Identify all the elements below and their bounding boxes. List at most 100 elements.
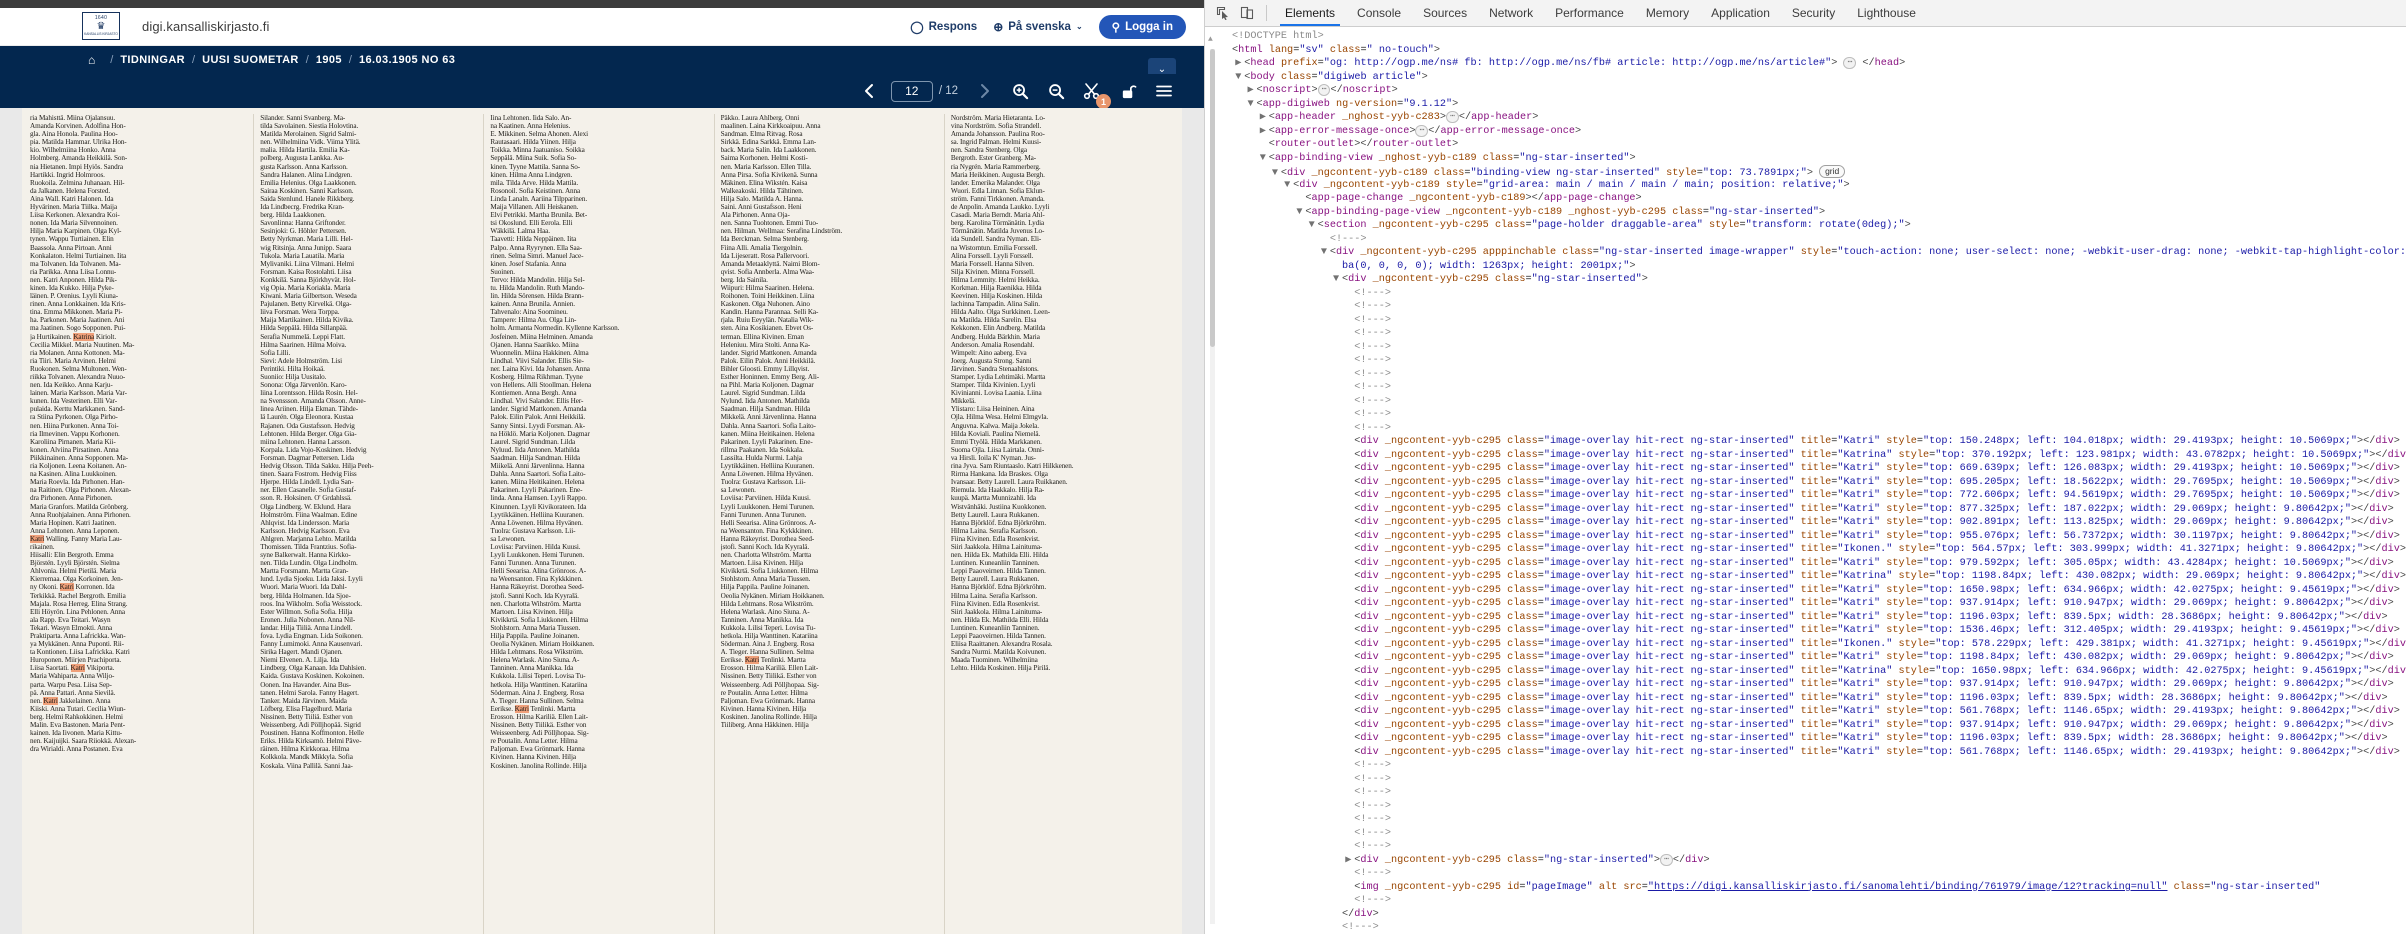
dom-tree-line[interactable]: <!---> [1219,786,2406,800]
dom-tree-line[interactable]: ▼ <div _ngcontent-yyb-c295 class="ng-star… [1219,273,2406,287]
zoom-out-button[interactable] [1041,78,1071,104]
dom-tree-line[interactable]: ▶ <noscript> ⋯ </noscript> [1219,84,2406,98]
tree-toggle-icon[interactable] [1345,881,1354,895]
dom-tree-line[interactable]: <!---> [1219,395,2406,409]
scroll-up-icon[interactable]: ▲ [1208,35,1213,44]
tree-toggle-icon[interactable] [1345,489,1354,503]
tree-toggle-icon[interactable] [1345,516,1354,530]
tree-toggle-icon[interactable] [1345,287,1354,301]
dom-tree-line[interactable]: <!---> [1219,894,2406,908]
dom-tree-line[interactable]: <div _ngcontent-yyb-c295 class="image-ov… [1219,719,2406,733]
dom-tree-line[interactable]: <!---> [1219,233,2406,247]
breadcrumb-item-year[interactable]: 1905 [316,54,342,66]
dom-tree-line[interactable]: ▶ <app-header _nghost-yyb-c283> ⋯ </app-hea… [1219,111,2406,125]
dom-tree-line[interactable]: <!---> [1219,827,2406,841]
inspect-element-icon[interactable] [1211,2,1235,24]
tree-toggle-icon[interactable] [1345,813,1354,827]
breadcrumb-item-tidningar[interactable]: TIDNINGAR [120,54,185,66]
tree-toggle-icon[interactable]: ▼ [1333,273,1342,287]
dom-tree-line[interactable]: <div _ngcontent-yyb-c295 class="image-ov… [1219,462,2406,476]
dom-tree-line[interactable]: <div _ngcontent-yyb-c295 class="image-ov… [1219,665,2406,679]
dom-tree-line[interactable]: ▼ <app-binding-view _nghost-yyb-c189 clas… [1219,152,2406,166]
tree-toggle-icon[interactable] [1345,759,1354,773]
tab-elements[interactable]: Elements [1274,1,1346,26]
tree-toggle-icon[interactable] [1333,908,1342,922]
tree-toggle-icon[interactable] [1345,611,1354,625]
dom-tree-line[interactable]: <div _ngcontent-yyb-c295 class="image-ov… [1219,449,2406,463]
dom-tree-line[interactable]: <!---> [1219,773,2406,787]
dom-tree-line[interactable]: ▼ <section _ngcontent-yyb-c295 class="pag… [1219,219,2406,233]
dom-tree-line[interactable]: ▼ <div _ngcontent-yyb-c189 style="grid-ar… [1219,179,2406,193]
tree-toggle-icon[interactable] [1345,435,1354,449]
dom-tree-line[interactable]: ▼ <div _ngcontent-yyb-c295 apppinchable c… [1219,246,2406,260]
feedback-link[interactable]: ◯ Respons [910,20,977,34]
tree-toggle-icon[interactable] [1345,840,1354,854]
tree-toggle-icon[interactable] [1223,44,1232,58]
dom-tree-line[interactable]: <!---> [1219,921,2406,934]
tree-toggle-icon[interactable] [1345,503,1354,517]
zoom-in-button[interactable] [1005,78,1035,104]
dom-tree-line[interactable]: <div _ngcontent-yyb-c295 class="image-ov… [1219,476,2406,490]
dom-tree-line[interactable]: <img _ngcontent-yyb-c295 id="pageImage" … [1219,881,2406,895]
tree-toggle-icon[interactable] [1345,624,1354,638]
tree-toggle-icon[interactable] [1345,678,1354,692]
tree-toggle-icon[interactable] [1223,30,1232,44]
dom-tree-line[interactable]: ▶ <app-error-message-once> ⋯ </app-error-me… [1219,124,2406,139]
tree-toggle-icon[interactable]: ▼ [1235,71,1244,85]
dom-tree-line[interactable]: <div _ngcontent-yyb-c295 class="image-ov… [1219,746,2406,760]
tree-toggle-icon[interactable]: ▶ [1345,854,1354,868]
dom-tree-line[interactable]: <!---> [1219,840,2406,854]
home-icon[interactable]: ⌂ [88,53,95,67]
tree-toggle-icon[interactable] [1345,867,1354,881]
tree-toggle-icon[interactable] [1345,368,1354,382]
tree-toggle-icon[interactable] [1345,732,1354,746]
dom-tree-line[interactable]: <div _ngcontent-yyb-c295 class="image-ov… [1219,503,2406,517]
tree-toggle-icon[interactable] [1345,665,1354,679]
kansalliskirjasto-logo[interactable]: 1640 ♛ KANSALLIS KIRJASTO [82,12,120,40]
dom-tree-line[interactable]: <div _ngcontent-yyb-c295 class="image-ov… [1219,624,2406,638]
dom-tree-line[interactable]: ▼ <div _ngcontent-yyb-c189 class="binding… [1219,165,2406,179]
tree-toggle-icon[interactable] [1345,557,1354,571]
tree-toggle-icon[interactable]: ▼ [1284,179,1293,193]
dom-tree-line[interactable]: <div _ngcontent-yyb-c295 class="image-ov… [1219,584,2406,598]
tree-toggle-icon[interactable] [1345,422,1354,436]
tree-toggle-icon[interactable] [1345,354,1354,368]
dom-tree-line[interactable]: <div _ngcontent-yyb-c295 class="image-ov… [1219,557,2406,571]
tree-toggle-icon[interactable]: ▼ [1272,167,1281,179]
tree-toggle-icon[interactable] [1345,408,1354,422]
tree-toggle-icon[interactable] [1345,597,1354,611]
dom-tree-line[interactable]: ▶ <head prefix="og: http://ogp.me/ns# fb:… [1219,57,2406,71]
dom-tree-line[interactable]: <!---> [1219,287,2406,301]
tree-toggle-icon[interactable] [1345,638,1354,652]
dom-scrollbar[interactable] [1210,49,1215,924]
dom-tree-line[interactable]: <div _ngcontent-yyb-c295 class="image-ov… [1219,543,2406,557]
tab-security[interactable]: Security [1781,1,1846,25]
tree-toggle-icon[interactable]: ▼ [1321,246,1330,260]
dom-tree-line[interactable]: <!---> [1219,300,2406,314]
dom-tree-line[interactable]: <div _ngcontent-yyb-c295 class="image-ov… [1219,678,2406,692]
tree-toggle-icon[interactable] [1345,719,1354,733]
tab-sources[interactable]: Sources [1412,1,1478,25]
tree-toggle-icon[interactable] [1345,773,1354,787]
dom-tree-line[interactable]: <!---> [1219,867,2406,881]
dom-tree-line[interactable]: <!---> [1219,813,2406,827]
tree-toggle-icon[interactable] [1345,746,1354,760]
dom-tree-line[interactable]: </div> [1219,908,2406,922]
dom-tree-line[interactable]: <!---> [1219,759,2406,773]
tree-toggle-icon[interactable] [1345,786,1354,800]
dom-tree-line[interactable]: <!DOCTYPE html> [1219,30,2406,44]
dom-tree-line[interactable]: <div _ngcontent-yyb-c295 class="image-ov… [1219,597,2406,611]
tab-application[interactable]: Application [1700,1,1781,25]
tree-toggle-icon[interactable] [1345,584,1354,598]
dom-tree-line[interactable]: ba(0, 0, 0, 0); width: 1263px; height: 2… [1219,260,2406,274]
tab-performance[interactable]: Performance [1544,1,1635,25]
dom-tree-line[interactable]: <div _ngcontent-yyb-c295 class="image-ov… [1219,516,2406,530]
tree-toggle-icon[interactable] [1345,449,1354,463]
dom-tree-line[interactable]: ▶ <div _ngcontent-yyb-c295 class="ng-star… [1219,853,2406,868]
tree-toggle-icon[interactable] [1345,827,1354,841]
lock-toggle-button[interactable] [1113,78,1143,104]
menu-button[interactable] [1149,78,1179,104]
dom-tree-line[interactable]: <!---> [1219,422,2406,436]
tree-toggle-icon[interactable] [1333,260,1342,274]
tab-console[interactable]: Console [1346,1,1412,25]
